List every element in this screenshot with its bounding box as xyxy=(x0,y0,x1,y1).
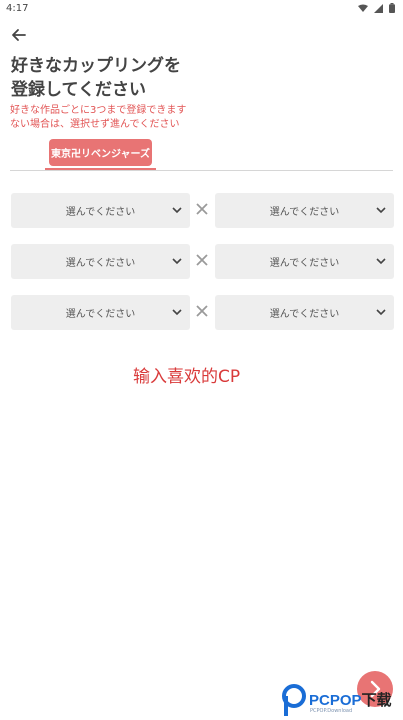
overlay-caption: 输入喜欢的CP xyxy=(133,367,241,387)
pair-row-3: 選んでください 選んでください xyxy=(11,295,394,330)
character-select-left-1[interactable]: 選んでください xyxy=(11,193,190,228)
character-select-right-3[interactable]: 選んでください xyxy=(215,295,394,330)
chevron-down-icon xyxy=(376,309,386,316)
pair-row-2: 選んでください 選んでください xyxy=(11,244,394,279)
tab-series-tokyo-revengers[interactable]: 東京卍リベンジャーズ xyxy=(49,139,152,166)
chevron-down-icon xyxy=(172,258,182,265)
watermark-sub: PCPOP.Download xyxy=(310,708,353,714)
select-placeholder: 選んでください xyxy=(65,309,136,320)
watermark: PCPOP下载 PCPOP.Download xyxy=(278,683,402,719)
select-placeholder: 選んでください xyxy=(269,309,340,320)
character-select-right-1[interactable]: 選んでください xyxy=(215,193,394,228)
watermark-suffix: 下载 xyxy=(361,692,392,709)
times-icon xyxy=(196,203,208,215)
pcpop-logo-icon xyxy=(282,684,306,716)
wifi-icon xyxy=(358,4,368,12)
tab-label: 東京卍リベンジャーズ xyxy=(51,149,150,160)
instruction-note: 好きな作品ごとに3つまで登録できます ない場合は、選択せず進んでください xyxy=(10,104,340,132)
status-bar: 4:17 xyxy=(0,0,403,18)
signal-icon xyxy=(374,3,383,13)
chevron-down-icon xyxy=(172,309,182,316)
status-time: 4:17 xyxy=(6,3,29,14)
tab-divider xyxy=(10,170,393,171)
select-placeholder: 選んでください xyxy=(269,207,340,218)
chevron-down-icon xyxy=(376,207,386,214)
page-title-line1: 好きなカップリングを xyxy=(11,56,181,76)
times-icon xyxy=(196,305,208,317)
battery-icon xyxy=(389,3,395,13)
chevron-down-icon xyxy=(172,207,182,214)
status-icons xyxy=(358,3,395,13)
select-placeholder: 選んでください xyxy=(65,207,136,218)
page-title-line2: 登録してください xyxy=(11,80,146,100)
watermark-brand-name: PCPOP xyxy=(309,692,362,709)
select-placeholder: 選んでください xyxy=(65,258,136,269)
times-icon xyxy=(196,254,208,266)
character-select-right-2[interactable]: 選んでください xyxy=(215,244,394,279)
select-placeholder: 選んでください xyxy=(269,258,340,269)
arrow-left-icon xyxy=(12,29,26,41)
page-title: 好きなカップリングを 登録してください xyxy=(11,54,271,102)
back-button[interactable] xyxy=(10,27,28,43)
chevron-down-icon xyxy=(376,258,386,265)
watermark-brand: PCPOP下载 xyxy=(309,689,392,710)
character-select-left-2[interactable]: 選んでください xyxy=(11,244,190,279)
instruction-note-line1: 好きな作品ごとに3つまで登録できます xyxy=(10,105,187,116)
instruction-note-line2: ない場合は、選択せず進んでください xyxy=(10,119,180,130)
pair-row-1: 選んでください 選んでください xyxy=(11,193,394,228)
character-select-left-3[interactable]: 選んでください xyxy=(11,295,190,330)
